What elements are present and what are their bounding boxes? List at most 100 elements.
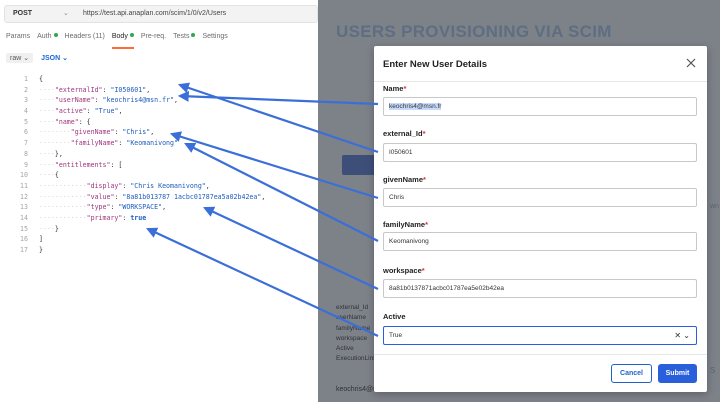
page-title: USERS PROVISIONING VIA SCIM [336,22,612,41]
json-key: "familyName" [70,139,119,148]
code-token: { [39,75,43,83]
active-select[interactable]: True ✕ ⌄ [383,326,697,345]
workspace-label: workspace* [383,266,425,275]
code-token: } [54,224,59,233]
submit-button[interactable]: Submit [658,364,697,383]
tab-settings[interactable]: Settings [202,33,227,45]
json-code-editor[interactable]: 1{ 2 ····"externalId": "I050601", 3 ····"u… [0,74,318,256]
truncated-text: S [710,366,716,375]
json-key: "givenName" [70,128,115,137]
chevron-down-icon[interactable]: ⌄ [63,9,69,17]
chevron-down-icon[interactable]: ⌄ [683,331,690,340]
json-value: true [130,213,147,222]
given-name-label-text: givenName [383,175,424,184]
json-key: "name" [54,117,79,126]
external-id-label: external_Id* [383,129,426,138]
json-key: "externalId" [54,85,103,94]
line-number: 12 [20,192,28,201]
postman-request-panel: POST ⌄ https://test.api.anaplan.com/scim… [0,0,318,402]
request-url-input[interactable]: https://test.api.anaplan.com/scim/1/0/v2… [83,10,226,17]
info-label: workspace [336,334,368,342]
select-controls: ✕ ⌄ [674,327,690,344]
line-number: 17 [20,246,28,254]
code-line: 11 ············"display": "Chris Keomaniv… [0,181,318,192]
body-format-select[interactable]: JSON ⌄ [41,54,68,62]
tab-tests-label: Tests [173,33,190,40]
json-value: "8a81b013787 1acbc01787ea5a02b42ea" [122,192,262,201]
name-input[interactable]: keochris4@msn.fr [383,97,697,116]
dialog-title: Enter New User Details [383,59,488,70]
tab-tests[interactable]: Tests [173,33,196,45]
request-url-bar[interactable]: POST ⌄ https://test.api.anaplan.com/scim… [4,5,318,23]
dialog-footer: Cancel Submit [374,354,707,392]
code-line: 4 ····"active": "True", [0,106,318,117]
required-mark: * [422,129,426,138]
line-number: 7 [24,139,28,148]
required-mark: * [423,175,426,184]
json-key: "display" [86,181,123,190]
tab-body[interactable]: Body [111,33,134,49]
cancel-button[interactable]: Cancel [611,364,652,383]
line-number: 13 [20,203,28,212]
code-line: 2 ····"externalId": "I050601", [0,85,318,96]
external-id-input[interactable]: I050601 [383,143,697,162]
json-value: "Chris Keomanivong" [130,181,206,190]
json-key: "active" [54,107,87,116]
code-line: 12 ············"value": "8a81b013787 1acb… [0,192,318,203]
line-number: 4 [24,107,28,116]
truncated-text: wn [710,203,719,210]
body-options: raw ⌄ JSON ⌄ [6,53,68,63]
active-label: Active [383,312,406,321]
json-value: "Chris" [122,128,151,137]
body-type-select[interactable]: raw ⌄ [6,53,34,63]
new-user-dialog: Enter New User Details Name* keochris4@m… [374,46,707,392]
clear-icon[interactable]: ✕ [674,331,681,340]
tab-auth-label: Auth [37,33,52,40]
code-token: ] [39,235,43,244]
json-key: "entitlements" [54,160,111,169]
info-label: external_Id [336,304,369,311]
tab-pre-request[interactable]: Pre-req. [141,33,166,45]
tab-auth[interactable]: Auth [37,33,58,45]
tab-body-label: Body [111,33,128,40]
line-number: 2 [24,85,28,94]
workspace-input[interactable]: 8a81b0137871acbc01787ea5e02b42ea [383,279,697,298]
code-line: 15 ····} [0,224,318,235]
status-dot-icon [191,33,196,37]
json-value: "True" [94,107,119,116]
code-line: 14 ············"primary": true [0,213,318,224]
json-key: "primary" [86,213,123,222]
tab-headers[interactable]: Headers (11) [65,33,105,45]
body-type-label: raw [10,55,22,62]
external-id-label-text: external_Id [383,129,423,138]
status-dot-icon [53,33,58,37]
json-value: "WORKSPACE" [118,203,163,212]
http-method-select[interactable]: POST [13,10,32,17]
code-line: 5 ····"name": { [0,117,318,128]
json-value: "I050601" [110,85,147,94]
code-line: 9 ····"entitlements": [ [0,160,318,171]
code-token: } [39,246,43,254]
code-line: 16] [0,234,318,245]
info-label: Active [336,345,354,353]
code-line: 8 ····}, [0,149,318,160]
line-number: 5 [24,117,28,126]
code-line: 3 ····"userName": "keochris4@msn.fr", [0,95,318,106]
json-key: "value" [86,192,115,201]
given-name-input[interactable]: Chris [383,188,697,207]
family-name-input[interactable]: Keomanivong [383,232,697,251]
line-number: 1 [24,75,28,83]
body-format-label: JSON [41,55,61,62]
line-number: 6 [24,128,28,137]
info-label: userName [336,314,366,322]
line-number: 11 [20,181,28,190]
json-value: "keochris4@msn.fr" [102,96,175,105]
close-icon[interactable] [685,57,697,69]
name-input-value: keochris4@msn.fr [389,103,442,110]
code-line: 6 ········"givenName": "Chris", [0,127,318,138]
code-token: [ [118,160,123,169]
code-token: { [54,171,59,180]
info-label: familyName [336,324,371,332]
tab-params[interactable]: Params [6,33,30,45]
code-line: 1{ [0,74,318,85]
